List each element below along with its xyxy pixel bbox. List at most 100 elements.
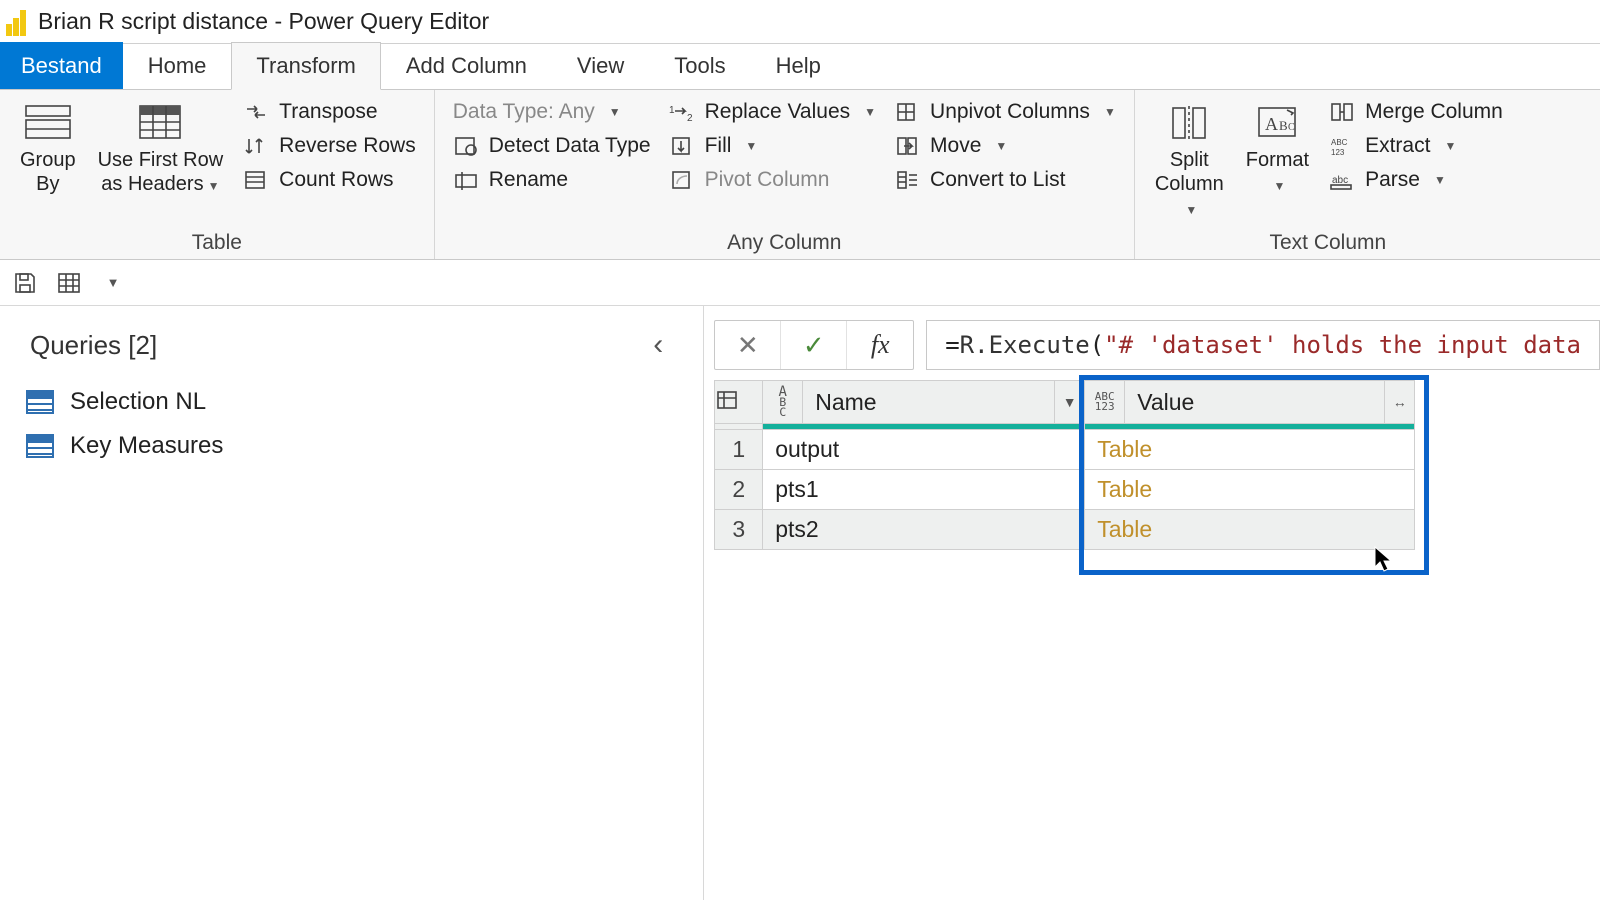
data-pane: ✕ ✓ fx = R.Execute ( "# 'dataset' holds … — [704, 306, 1600, 900]
column-filter-icon[interactable]: ▼ — [1054, 381, 1084, 423]
query-item-key-measures[interactable]: Key Measures — [8, 424, 695, 468]
count-rows-button[interactable]: Count Rows — [239, 166, 420, 194]
table-icon — [26, 390, 54, 414]
table-row[interactable]: 2 pts1 Table — [715, 470, 1415, 510]
formula-prefix: = — [945, 331, 959, 359]
split-column-button[interactable]: Split Column▼ — [1149, 96, 1230, 222]
tab-transform[interactable]: Transform — [231, 42, 380, 90]
formula-accept-icon[interactable]: ✓ — [781, 321, 847, 369]
move-button[interactable]: Move▼ — [890, 132, 1120, 160]
tab-file[interactable]: Bestand — [0, 42, 123, 89]
data-type-label: Data Type: Any — [453, 100, 595, 124]
group-by-icon — [22, 100, 74, 144]
ribbon-tabs: Bestand Home Transform Add Column View T… — [0, 44, 1600, 90]
formula-fx-icon[interactable]: fx — [847, 321, 913, 369]
app-icon — [6, 8, 28, 36]
row-number: 1 — [715, 430, 763, 470]
tab-view[interactable]: View — [552, 42, 649, 89]
replace-values-icon: 12 — [669, 100, 695, 124]
column-header-name-label: Name — [803, 389, 1054, 416]
window-title: Brian R script distance - Power Query Ed… — [38, 8, 489, 35]
query-item-label: Key Measures — [70, 432, 223, 460]
transpose-label: Transpose — [279, 100, 377, 124]
formula-input[interactable]: = R.Execute ( "# 'dataset' holds the inp… — [926, 320, 1600, 370]
count-rows-label: Count Rows — [279, 168, 393, 192]
pivot-column-button[interactable]: Pivot Column — [665, 166, 880, 194]
queries-header-label: Queries [2] — [30, 330, 157, 361]
grid-corner[interactable] — [715, 381, 763, 424]
tab-home[interactable]: Home — [123, 42, 232, 89]
split-column-icon — [1163, 100, 1215, 144]
title-bar: Brian R script distance - Power Query Ed… — [0, 0, 1600, 44]
ribbon-group-any-column-label: Any Column — [449, 227, 1120, 257]
use-first-row-icon — [134, 100, 186, 144]
ribbon-group-table: Group By Use First Row as Headers▼ Trans… — [0, 90, 435, 259]
table-row[interactable]: 3 pts2 Table — [715, 510, 1415, 550]
save-icon[interactable] — [10, 268, 40, 298]
ribbon-group-any-column: Data Type: Any▼ Detect Data Type Rename … — [435, 90, 1135, 259]
group-by-button[interactable]: Group By — [14, 96, 82, 196]
type-badge-any-icon — [1085, 381, 1125, 423]
format-icon: ABC — [1251, 100, 1303, 144]
format-button[interactable]: ABC Format▼ — [1240, 96, 1315, 198]
group-by-label: Group By — [20, 148, 76, 196]
format-label: Format — [1246, 149, 1309, 171]
count-rows-icon — [243, 168, 269, 192]
ribbon-group-table-label: Table — [14, 227, 420, 257]
reverse-rows-button[interactable]: Reverse Rows — [239, 132, 420, 160]
svg-text:A: A — [1265, 114, 1278, 134]
cell-value[interactable]: Table — [1085, 470, 1415, 510]
convert-list-label: Convert to List — [930, 168, 1065, 192]
split-column-label: Split Column — [1155, 149, 1224, 195]
detect-label: Detect Data Type — [489, 134, 651, 158]
column-header-value[interactable]: Value ↔ — [1085, 381, 1415, 424]
extract-label: Extract — [1365, 134, 1430, 158]
cell-name[interactable]: pts1 — [763, 470, 1085, 510]
svg-text:B: B — [1279, 118, 1288, 133]
cell-value[interactable]: Table — [1085, 510, 1415, 550]
detect-data-type-button[interactable]: Detect Data Type — [449, 132, 655, 160]
reverse-rows-icon — [243, 134, 269, 158]
rename-icon — [453, 168, 479, 192]
merge-columns-button[interactable]: Merge Column — [1325, 98, 1507, 126]
extract-icon: ABC123 — [1329, 134, 1355, 158]
query-item-selection-nl[interactable]: Selection NL — [8, 380, 695, 424]
qat-more-icon[interactable]: ▼ — [98, 268, 128, 298]
main-area: Queries [2] ‹ Selection NL Key Measures … — [0, 306, 1600, 900]
formula-string: "# 'dataset' holds the input data — [1104, 331, 1581, 359]
row-number: 3 — [715, 510, 763, 550]
replace-values-button[interactable]: 12 Replace Values▼ — [665, 98, 880, 126]
formula-cancel-icon[interactable]: ✕ — [715, 321, 781, 369]
tab-help[interactable]: Help — [751, 42, 846, 89]
parse-label: Parse — [1365, 168, 1420, 192]
rename-button[interactable]: Rename — [449, 166, 655, 194]
pivot-label: Pivot Column — [705, 168, 830, 192]
extract-button[interactable]: ABC123 Extract▼ — [1325, 132, 1507, 160]
merge-columns-label: Merge Column — [1365, 100, 1503, 124]
convert-to-list-button[interactable]: Convert to List — [890, 166, 1120, 194]
cell-value[interactable]: Table — [1085, 430, 1415, 470]
parse-button[interactable]: abc Parse▼ — [1325, 166, 1507, 194]
use-first-row-button[interactable]: Use First Row as Headers▼ — [92, 96, 230, 198]
table-view-icon[interactable] — [54, 268, 84, 298]
unpivot-columns-button[interactable]: Unpivot Columns▼ — [890, 98, 1120, 126]
tab-tools[interactable]: Tools — [649, 42, 750, 89]
quick-access-toolbar: ▼ — [0, 260, 1600, 306]
data-grid[interactable]: ABC Name ▼ Value ↔ — [714, 380, 1415, 550]
transpose-button[interactable]: Transpose — [239, 98, 420, 126]
svg-text:C: C — [1288, 122, 1295, 133]
type-badge-text-icon: ABC — [763, 381, 803, 423]
table-row[interactable]: 1 output Table — [715, 430, 1415, 470]
convert-list-icon — [894, 168, 920, 192]
query-item-label: Selection NL — [70, 388, 206, 416]
column-expand-icon[interactable]: ↔ — [1384, 381, 1414, 423]
fill-button[interactable]: Fill▼ — [665, 132, 880, 160]
fill-icon — [669, 134, 695, 158]
data-type-button[interactable]: Data Type: Any▼ — [449, 98, 655, 126]
cell-name[interactable]: pts2 — [763, 510, 1085, 550]
column-header-name[interactable]: ABC Name ▼ — [763, 381, 1085, 424]
collapse-queries-icon[interactable]: ‹ — [643, 328, 673, 362]
merge-columns-icon — [1329, 100, 1355, 124]
tab-add-column[interactable]: Add Column — [381, 42, 552, 89]
cell-name[interactable]: output — [763, 430, 1085, 470]
